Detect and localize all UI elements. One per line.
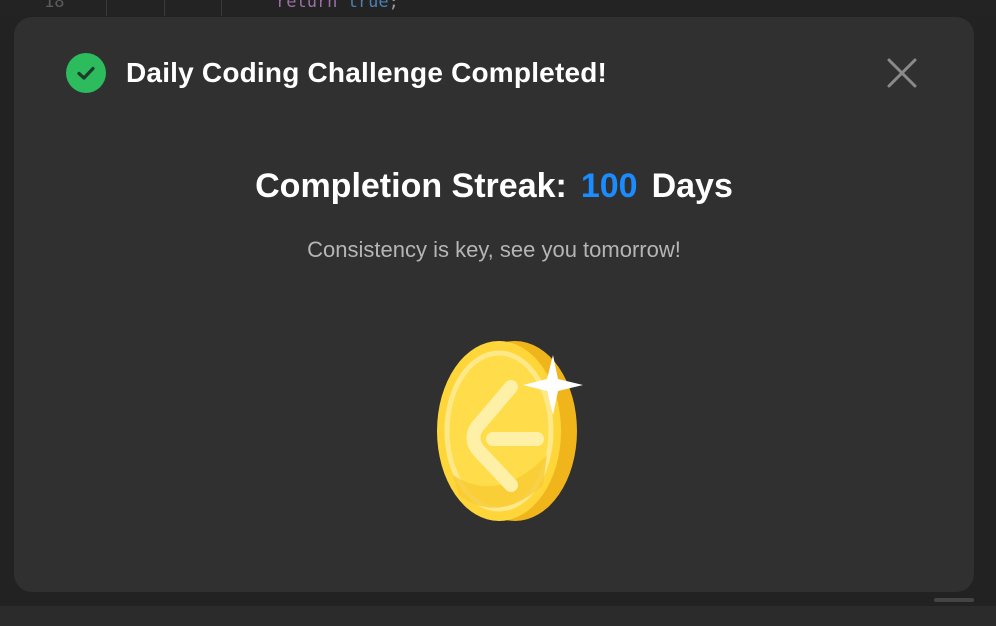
- streak-count: 100: [580, 167, 638, 205]
- scrollbar-thumb[interactable]: [934, 598, 974, 602]
- bottom-panel: [0, 606, 996, 626]
- streak-unit: Days: [651, 167, 733, 205]
- modal-header: Daily Coding Challenge Completed!: [66, 53, 607, 93]
- streak-line: Completion Streak: 100 Days: [14, 167, 974, 206]
- close-icon[interactable]: [884, 55, 920, 91]
- completion-modal: Daily Coding Challenge Completed! Comple…: [14, 17, 974, 592]
- streak-label: Completion Streak:: [255, 167, 567, 205]
- indent-guide: [221, 0, 222, 16]
- check-circle-icon: [66, 53, 106, 93]
- line-number: 18: [44, 0, 65, 12]
- code-text: return true;: [276, 0, 399, 12]
- code-value: true: [347, 0, 389, 12]
- indent-guide: [164, 0, 165, 16]
- modal-title: Daily Coding Challenge Completed!: [126, 57, 608, 88]
- code-punct: ;: [388, 0, 399, 12]
- encouragement-message: Consistency is key, see you tomorrow!: [307, 237, 681, 262]
- indent-guide: [106, 0, 107, 16]
- coin-icon: [419, 335, 589, 525]
- code-keyword: return: [276, 0, 338, 12]
- code-line: 18 return true;: [0, 0, 996, 16]
